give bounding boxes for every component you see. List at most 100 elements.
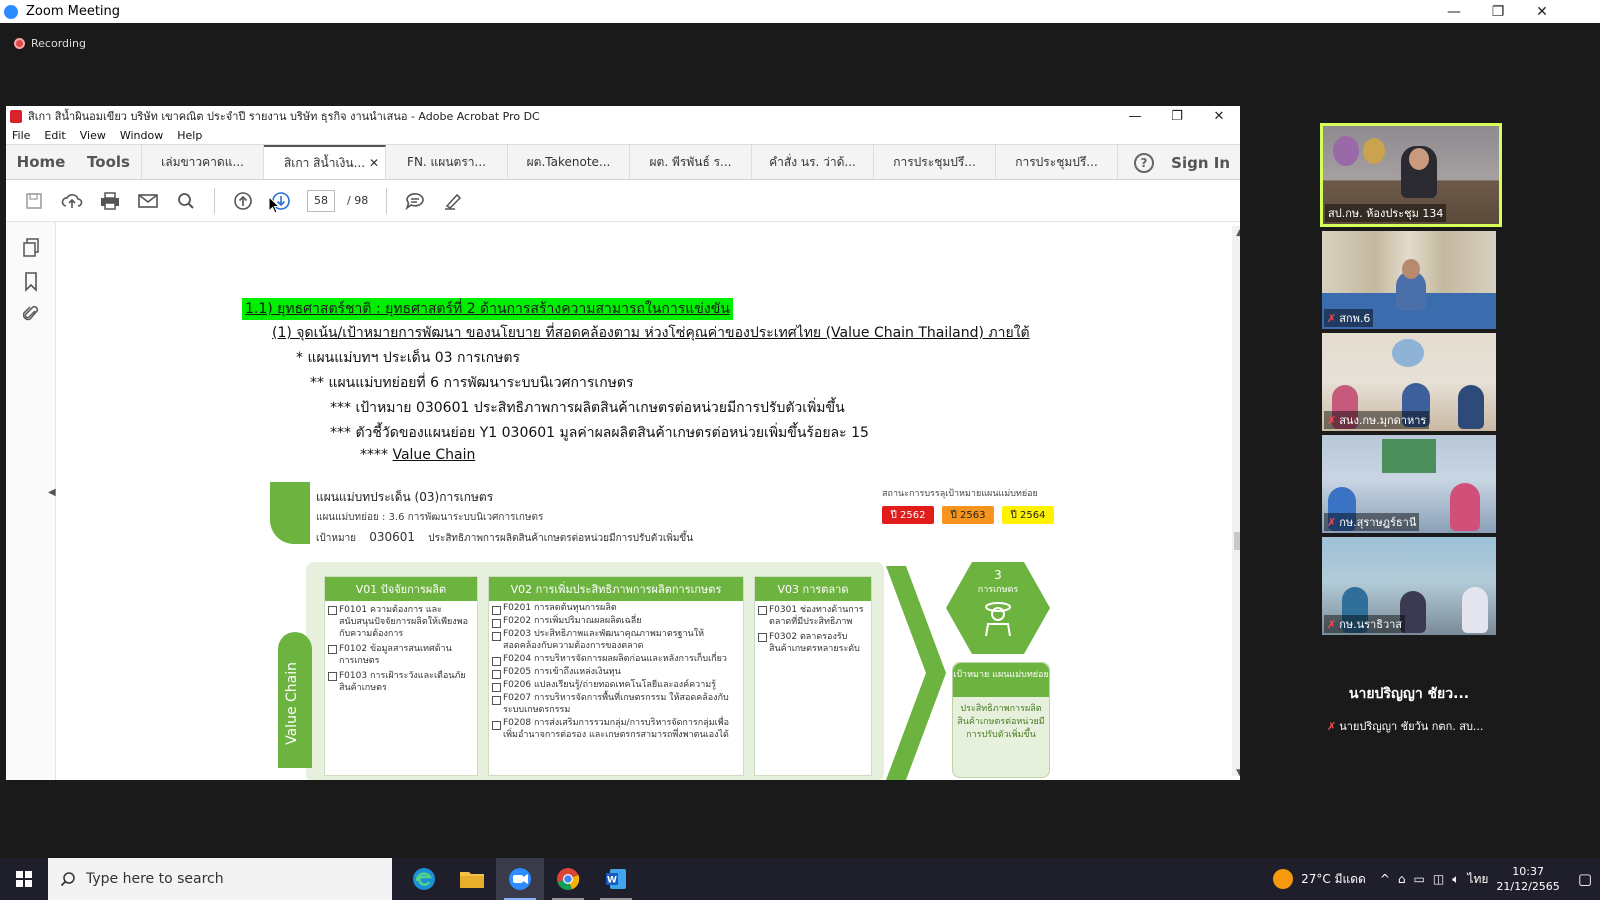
figure-header-subplan: แผนแม่บทย่อย : 3.6 การพัฒนาระบบนิเวศการเ… — [316, 512, 544, 523]
edge-app[interactable] — [400, 858, 448, 900]
email-icon[interactable] — [132, 187, 164, 215]
target-box: เป้าหมาย แผนแม่บทย่อย ประสิทธิภาพการผลิต… — [952, 662, 1050, 778]
doc-tab-label: เล่มขาวคาดแ... — [161, 154, 244, 169]
participant-label: ✗ สกพ.6 — [1324, 309, 1374, 327]
previous-page-icon[interactable] — [227, 187, 259, 215]
face-shape — [1409, 148, 1429, 170]
weather-sun-icon[interactable] — [1273, 869, 1294, 889]
doc-tab[interactable]: คำสั่ง นร. ว่าด้... — [752, 145, 874, 179]
bookmark-icon[interactable] — [19, 270, 43, 294]
chrome-app[interactable] — [544, 858, 592, 900]
doc-tab[interactable]: ผต.Takenote... — [508, 145, 630, 179]
acrobat-toolbar: 58 / 98 — [6, 180, 1240, 222]
restore-icon[interactable]: ❐ — [1476, 0, 1520, 23]
tab-tools[interactable]: Tools — [76, 145, 142, 179]
close-tab-icon[interactable]: ✕ — [369, 156, 379, 170]
scrollbar-thumb[interactable] — [1234, 532, 1240, 550]
column-v01: V01 ปัจจัยการผลิต F0101 ความต้องการ และส… — [324, 576, 478, 776]
attachment-icon[interactable] — [19, 302, 43, 326]
menu-view[interactable]: View — [80, 129, 106, 142]
clock-date: 21/12/2565 — [1496, 880, 1560, 893]
doc-tab[interactable]: FN. แผนตรา... — [386, 145, 508, 179]
taskbar-search-box[interactable]: Type here to search — [48, 858, 392, 900]
participant-tile[interactable]: ✗ สนง.กษ.มุกดาหาร — [1322, 333, 1496, 431]
column-head: V03 การตลาด — [755, 577, 871, 601]
doc-tab[interactable]: การประชุมปรึ... — [996, 145, 1118, 179]
acrobat-close-icon[interactable]: ✕ — [1198, 106, 1240, 126]
notifications-icon[interactable]: ▢ — [1578, 870, 1592, 888]
target-text: ประสิทธิภาพการผลิตสินค้าเกษตรต่อหน่วยมีก… — [428, 533, 694, 544]
tab-home[interactable]: Home — [6, 145, 76, 179]
meet-now-icon[interactable]: ⌂ — [1398, 872, 1406, 886]
zoom-titlebar: Zoom Meeting — ❐ ✕ — [0, 0, 1600, 23]
comment-icon[interactable] — [399, 187, 431, 215]
doc-tab-active[interactable]: สิเกา สิน้ำเงิน... ✕ — [264, 145, 386, 179]
volume-icon[interactable]: 🔈︎ — [1452, 872, 1459, 887]
participant-tile[interactable]: ✗ กษ.นราธิวาส — [1322, 537, 1496, 635]
doc-tab-label: สิเกา สิน้ำเงิน... — [283, 155, 366, 170]
start-button[interactable] — [0, 858, 48, 900]
list-item: F0101 ความต้องการ และสนับสนุนปัจจัยการผล… — [325, 601, 477, 640]
network-icon[interactable]: ▭ — [1414, 872, 1425, 886]
list-item: F0102 ข้อมูลสารสนเทศด้านการเกษตร — [325, 640, 477, 667]
list-item: F0206 แปลงเรียนรู้/ถ่ายทอดเทคโนโลยีและอง… — [489, 678, 743, 692]
folder-icon — [460, 872, 484, 888]
mic-muted-icon: ✗ — [1327, 618, 1337, 631]
doc-line: *** เป้าหมาย 030601 ประสิทธิภาพการผลิตสิ… — [330, 400, 845, 416]
acrobat-restore-icon[interactable]: ❐ — [1156, 106, 1198, 126]
menu-help[interactable]: Help — [177, 129, 202, 142]
minimize-icon[interactable]: — — [1432, 0, 1476, 23]
farmer-icon — [985, 602, 1011, 637]
collapse-left-pane-icon[interactable]: ◀ — [48, 487, 56, 498]
display-icon[interactable]: ◫ — [1433, 872, 1444, 886]
scroll-down-icon[interactable]: ▼ — [1236, 768, 1240, 778]
language-indicator[interactable]: ไทย — [1467, 870, 1488, 889]
column-v02: V02 การเพิ่มประสิทธิภาพการผลิตการเกษตร F… — [488, 576, 744, 776]
close-icon[interactable]: ✕ — [1520, 0, 1564, 23]
sign-in-button[interactable]: Sign In — [1171, 145, 1230, 181]
participant-tile[interactable]: นายปริญญา ชัยว... ✗ นายปริญญา ชัยวัน กตก.… — [1322, 639, 1496, 737]
participant-tile[interactable]: ✗ กษ.สุราษฎร์ธานี — [1322, 435, 1496, 533]
recording-indicator[interactable]: Recording — [14, 37, 86, 50]
menu-edit[interactable]: Edit — [44, 129, 65, 142]
doc-tab[interactable]: ผต. พีรพันธ์ ร... — [630, 145, 752, 179]
print-icon[interactable] — [94, 187, 126, 215]
scroll-up-icon[interactable]: ▲ — [1236, 228, 1240, 238]
show-hidden-icons-icon[interactable]: ^ — [1380, 872, 1390, 886]
word-icon: W — [606, 869, 626, 889]
menu-window[interactable]: Window — [120, 129, 163, 142]
participant-name: นายปริญญา ชัยวัน กตก. สบ... — [1339, 720, 1484, 733]
weather-text[interactable]: 27°C มีแดด — [1301, 870, 1366, 889]
year-badge: ปี 2563 — [942, 506, 994, 524]
list-item: F0202 การเพิ่มปริมาณผลผลิตเฉลี่ย — [489, 614, 743, 628]
acrobat-minimize-icon[interactable]: — — [1114, 106, 1156, 126]
doc-tab-label: FN. แผนตรา... — [407, 154, 486, 169]
menu-file[interactable]: File — [12, 129, 30, 142]
zoom-app[interactable] — [496, 858, 544, 900]
value-chain-link[interactable]: Value Chain — [392, 447, 475, 463]
upload-cloud-icon[interactable] — [56, 187, 88, 215]
participant-tile[interactable]: ✗ สกพ.6 — [1322, 231, 1496, 329]
search-icon[interactable] — [170, 187, 202, 215]
word-app[interactable]: W — [592, 858, 640, 900]
recording-label: Recording — [31, 37, 87, 50]
acrobat-title: สิเกา สิน้ำผินอมเขียว บริษัท เขาคณิต ประ… — [28, 110, 540, 123]
pages-thumbnail-icon[interactable] — [19, 236, 43, 260]
doc-tab[interactable]: เล่มขาวคาดแ... — [142, 145, 264, 179]
highlight-pen-icon[interactable] — [437, 187, 469, 215]
save-icon[interactable] — [18, 187, 50, 215]
windows-taskbar: Type here to search W 27°C มีแดด ^ ⌂ ▭ ◫… — [0, 858, 1600, 900]
doc-tab-label: คำสั่ง นร. ว่าด้... — [769, 154, 856, 169]
help-icon[interactable]: ? — [1134, 153, 1154, 173]
file-explorer-app[interactable] — [448, 858, 496, 900]
toolbar-divider — [214, 187, 215, 214]
page-number-input[interactable]: 58 — [307, 189, 335, 212]
zoom-icon — [509, 868, 531, 890]
participant-label: ✗ กษ.สุราษฎร์ธานี — [1324, 513, 1420, 531]
year-badge: ปี 2564 — [1002, 506, 1054, 524]
hex-label: การเกษตร — [977, 585, 1019, 595]
vertical-scrollbar[interactable] — [1232, 226, 1240, 776]
participant-tile-active[interactable]: สป.กษ. ห้องประชุม 134 — [1320, 123, 1502, 227]
doc-tab[interactable]: การประชุมปรึ... — [874, 145, 996, 179]
clock[interactable]: 10:37 21/12/2565 — [1496, 864, 1559, 894]
